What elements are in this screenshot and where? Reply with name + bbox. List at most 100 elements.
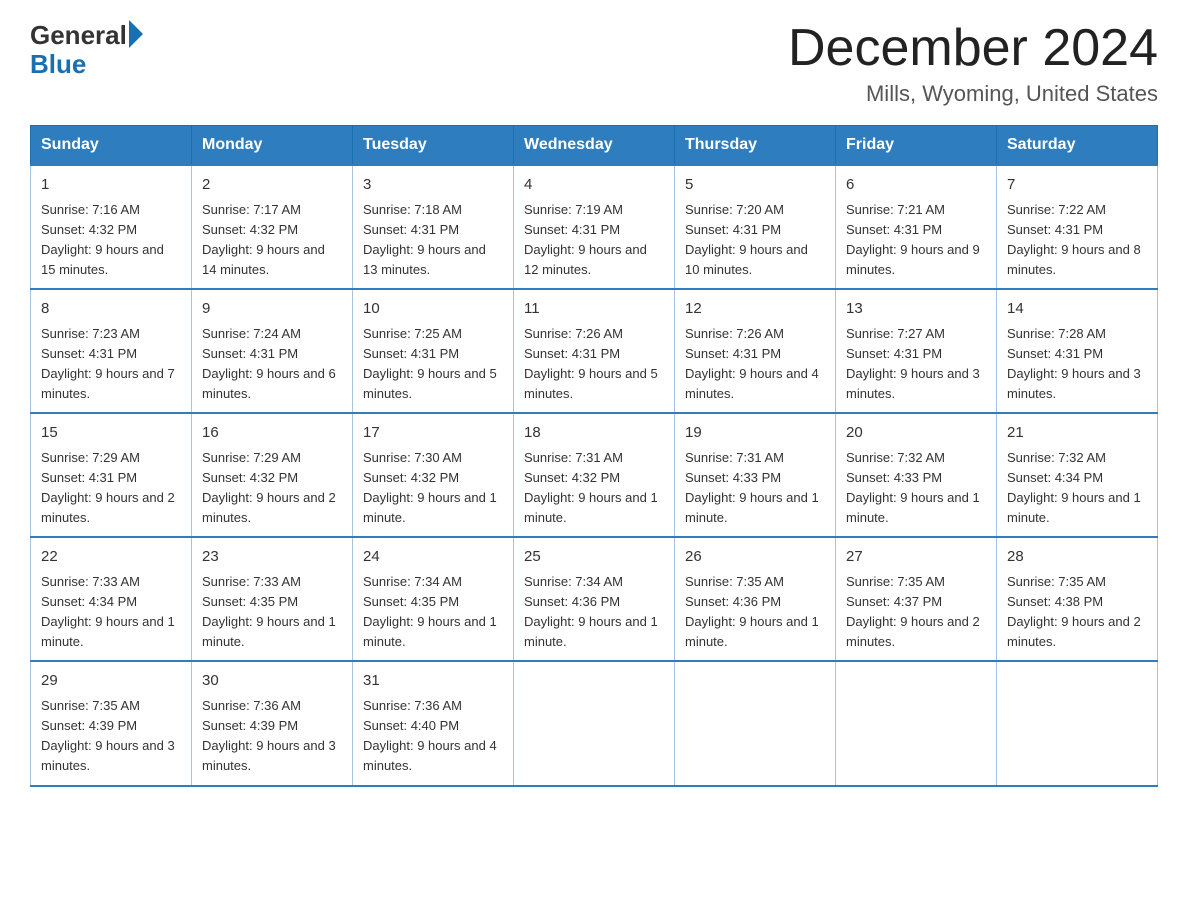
col-friday: Friday xyxy=(836,126,997,166)
table-row: 9 Sunrise: 7:24 AMSunset: 4:31 PMDayligh… xyxy=(192,289,353,413)
day-info: Sunrise: 7:26 AMSunset: 4:31 PMDaylight:… xyxy=(524,326,658,401)
day-info: Sunrise: 7:36 AMSunset: 4:39 PMDaylight:… xyxy=(202,698,336,773)
table-row: 14 Sunrise: 7:28 AMSunset: 4:31 PMDaylig… xyxy=(997,289,1158,413)
table-row: 2 Sunrise: 7:17 AMSunset: 4:32 PMDayligh… xyxy=(192,165,353,289)
table-row: 15 Sunrise: 7:29 AMSunset: 4:31 PMDaylig… xyxy=(31,413,192,537)
col-wednesday: Wednesday xyxy=(514,126,675,166)
day-info: Sunrise: 7:21 AMSunset: 4:31 PMDaylight:… xyxy=(846,202,980,277)
table-row xyxy=(675,661,836,785)
table-row: 26 Sunrise: 7:35 AMSunset: 4:36 PMDaylig… xyxy=(675,537,836,661)
day-info: Sunrise: 7:29 AMSunset: 4:32 PMDaylight:… xyxy=(202,450,336,525)
table-row: 20 Sunrise: 7:32 AMSunset: 4:33 PMDaylig… xyxy=(836,413,997,537)
calendar-week-row: 8 Sunrise: 7:23 AMSunset: 4:31 PMDayligh… xyxy=(31,289,1158,413)
calendar-week-row: 29 Sunrise: 7:35 AMSunset: 4:39 PMDaylig… xyxy=(31,661,1158,785)
day-info: Sunrise: 7:35 AMSunset: 4:38 PMDaylight:… xyxy=(1007,574,1141,649)
day-info: Sunrise: 7:35 AMSunset: 4:39 PMDaylight:… xyxy=(41,698,175,773)
table-row: 30 Sunrise: 7:36 AMSunset: 4:39 PMDaylig… xyxy=(192,661,353,785)
day-info: Sunrise: 7:30 AMSunset: 4:32 PMDaylight:… xyxy=(363,450,497,525)
col-tuesday: Tuesday xyxy=(353,126,514,166)
table-row: 8 Sunrise: 7:23 AMSunset: 4:31 PMDayligh… xyxy=(31,289,192,413)
calendar-week-row: 22 Sunrise: 7:33 AMSunset: 4:34 PMDaylig… xyxy=(31,537,1158,661)
day-number: 13 xyxy=(846,298,986,321)
logo-arrow-icon xyxy=(129,20,143,48)
day-info: Sunrise: 7:24 AMSunset: 4:31 PMDaylight:… xyxy=(202,326,336,401)
table-row: 12 Sunrise: 7:26 AMSunset: 4:31 PMDaylig… xyxy=(675,289,836,413)
day-number: 18 xyxy=(524,422,664,445)
table-row: 31 Sunrise: 7:36 AMSunset: 4:40 PMDaylig… xyxy=(353,661,514,785)
day-info: Sunrise: 7:34 AMSunset: 4:35 PMDaylight:… xyxy=(363,574,497,649)
location-subtitle: Mills, Wyoming, United States xyxy=(788,81,1158,107)
logo: General Blue xyxy=(30,20,143,77)
col-monday: Monday xyxy=(192,126,353,166)
day-number: 20 xyxy=(846,422,986,445)
table-row: 18 Sunrise: 7:31 AMSunset: 4:32 PMDaylig… xyxy=(514,413,675,537)
day-number: 2 xyxy=(202,174,342,197)
day-info: Sunrise: 7:23 AMSunset: 4:31 PMDaylight:… xyxy=(41,326,175,401)
table-row: 16 Sunrise: 7:29 AMSunset: 4:32 PMDaylig… xyxy=(192,413,353,537)
day-number: 25 xyxy=(524,546,664,569)
day-number: 3 xyxy=(363,174,503,197)
day-info: Sunrise: 7:33 AMSunset: 4:35 PMDaylight:… xyxy=(202,574,336,649)
table-row: 22 Sunrise: 7:33 AMSunset: 4:34 PMDaylig… xyxy=(31,537,192,661)
day-info: Sunrise: 7:26 AMSunset: 4:31 PMDaylight:… xyxy=(685,326,819,401)
table-row: 3 Sunrise: 7:18 AMSunset: 4:31 PMDayligh… xyxy=(353,165,514,289)
day-info: Sunrise: 7:19 AMSunset: 4:31 PMDaylight:… xyxy=(524,202,647,277)
table-row: 7 Sunrise: 7:22 AMSunset: 4:31 PMDayligh… xyxy=(997,165,1158,289)
table-row: 10 Sunrise: 7:25 AMSunset: 4:31 PMDaylig… xyxy=(353,289,514,413)
day-info: Sunrise: 7:22 AMSunset: 4:31 PMDaylight:… xyxy=(1007,202,1141,277)
logo-text-blue: Blue xyxy=(30,51,143,77)
table-row xyxy=(836,661,997,785)
table-row: 1 Sunrise: 7:16 AMSunset: 4:32 PMDayligh… xyxy=(31,165,192,289)
day-number: 30 xyxy=(202,670,342,693)
table-row: 5 Sunrise: 7:20 AMSunset: 4:31 PMDayligh… xyxy=(675,165,836,289)
day-number: 21 xyxy=(1007,422,1147,445)
day-number: 15 xyxy=(41,422,181,445)
day-number: 17 xyxy=(363,422,503,445)
day-number: 28 xyxy=(1007,546,1147,569)
table-row: 13 Sunrise: 7:27 AMSunset: 4:31 PMDaylig… xyxy=(836,289,997,413)
day-info: Sunrise: 7:29 AMSunset: 4:31 PMDaylight:… xyxy=(41,450,175,525)
day-number: 4 xyxy=(524,174,664,197)
calendar-week-row: 15 Sunrise: 7:29 AMSunset: 4:31 PMDaylig… xyxy=(31,413,1158,537)
page-header: General Blue December 2024 Mills, Wyomin… xyxy=(30,20,1158,107)
col-sunday: Sunday xyxy=(31,126,192,166)
table-row: 24 Sunrise: 7:34 AMSunset: 4:35 PMDaylig… xyxy=(353,537,514,661)
day-number: 8 xyxy=(41,298,181,321)
day-number: 7 xyxy=(1007,174,1147,197)
day-number: 14 xyxy=(1007,298,1147,321)
day-number: 23 xyxy=(202,546,342,569)
table-row: 6 Sunrise: 7:21 AMSunset: 4:31 PMDayligh… xyxy=(836,165,997,289)
logo-text-general: General xyxy=(30,20,127,51)
table-row: 4 Sunrise: 7:19 AMSunset: 4:31 PMDayligh… xyxy=(514,165,675,289)
day-info: Sunrise: 7:18 AMSunset: 4:31 PMDaylight:… xyxy=(363,202,486,277)
day-info: Sunrise: 7:32 AMSunset: 4:34 PMDaylight:… xyxy=(1007,450,1141,525)
day-info: Sunrise: 7:31 AMSunset: 4:33 PMDaylight:… xyxy=(685,450,819,525)
day-info: Sunrise: 7:17 AMSunset: 4:32 PMDaylight:… xyxy=(202,202,325,277)
day-number: 22 xyxy=(41,546,181,569)
table-row: 28 Sunrise: 7:35 AMSunset: 4:38 PMDaylig… xyxy=(997,537,1158,661)
month-title: December 2024 xyxy=(788,20,1158,77)
day-info: Sunrise: 7:27 AMSunset: 4:31 PMDaylight:… xyxy=(846,326,980,401)
table-row: 19 Sunrise: 7:31 AMSunset: 4:33 PMDaylig… xyxy=(675,413,836,537)
day-number: 1 xyxy=(41,174,181,197)
day-info: Sunrise: 7:32 AMSunset: 4:33 PMDaylight:… xyxy=(846,450,980,525)
day-info: Sunrise: 7:31 AMSunset: 4:32 PMDaylight:… xyxy=(524,450,658,525)
table-row xyxy=(997,661,1158,785)
day-info: Sunrise: 7:35 AMSunset: 4:36 PMDaylight:… xyxy=(685,574,819,649)
day-number: 11 xyxy=(524,298,664,321)
table-row: 27 Sunrise: 7:35 AMSunset: 4:37 PMDaylig… xyxy=(836,537,997,661)
day-number: 27 xyxy=(846,546,986,569)
col-thursday: Thursday xyxy=(675,126,836,166)
table-row: 23 Sunrise: 7:33 AMSunset: 4:35 PMDaylig… xyxy=(192,537,353,661)
table-row xyxy=(514,661,675,785)
day-number: 19 xyxy=(685,422,825,445)
table-row: 17 Sunrise: 7:30 AMSunset: 4:32 PMDaylig… xyxy=(353,413,514,537)
day-info: Sunrise: 7:25 AMSunset: 4:31 PMDaylight:… xyxy=(363,326,497,401)
day-number: 6 xyxy=(846,174,986,197)
day-number: 5 xyxy=(685,174,825,197)
day-info: Sunrise: 7:33 AMSunset: 4:34 PMDaylight:… xyxy=(41,574,175,649)
title-section: December 2024 Mills, Wyoming, United Sta… xyxy=(788,20,1158,107)
table-row: 25 Sunrise: 7:34 AMSunset: 4:36 PMDaylig… xyxy=(514,537,675,661)
day-number: 10 xyxy=(363,298,503,321)
calendar-table: Sunday Monday Tuesday Wednesday Thursday… xyxy=(30,125,1158,786)
